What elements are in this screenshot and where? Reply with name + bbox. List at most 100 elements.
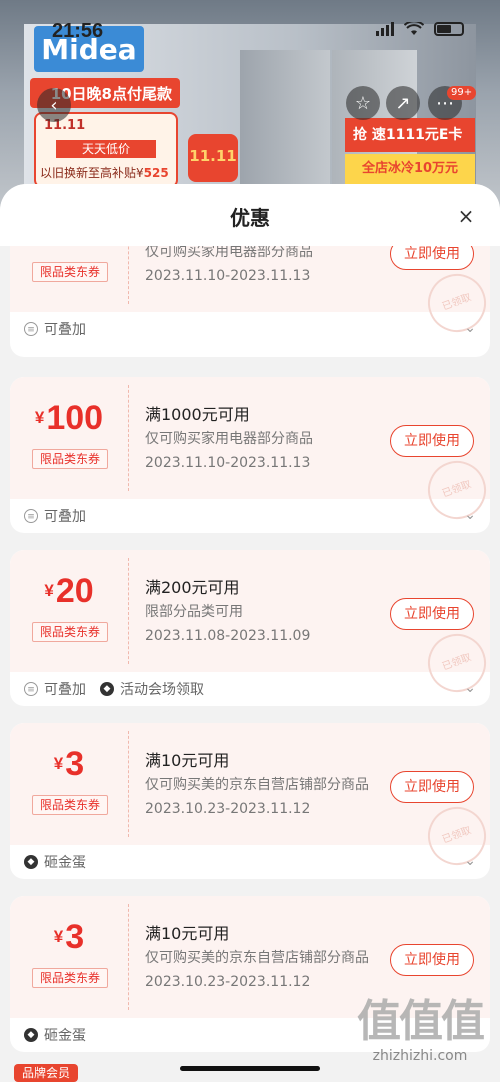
sheet-title: 优惠 bbox=[230, 206, 270, 230]
chevron-down-icon[interactable]: ⌄ bbox=[464, 853, 476, 869]
coupon-condition: 满1000元可用 bbox=[145, 405, 250, 424]
use-now-button[interactable]: 立即使用 bbox=[390, 598, 474, 630]
message-count-badge: 99+ bbox=[447, 86, 477, 100]
footer-tag: ◆ 活动会场领取 bbox=[100, 679, 204, 699]
ticket-divider bbox=[128, 246, 129, 304]
ticket-divider bbox=[128, 558, 129, 664]
watermark: 值值值 zhizhizhi.com bbox=[350, 996, 490, 1064]
coupon-list[interactable]: ¥120 限品类东券 仅可购买家用电器部分商品 2023.11.10-2023.… bbox=[0, 246, 500, 1082]
footer-label: 可叠加 bbox=[44, 682, 86, 698]
coupon-amount: ¥3 bbox=[10, 918, 128, 957]
use-now-button[interactable]: 立即使用 bbox=[390, 944, 474, 976]
status-time: 21:56 bbox=[52, 20, 104, 42]
coupon-card: ¥100 限品类东券 满1000元可用 仅可购买家用电器部分商品 2023.11… bbox=[10, 377, 490, 533]
wifi-icon bbox=[404, 22, 424, 35]
coupon-desc: 仅可购买家用电器部分商品 bbox=[145, 246, 313, 260]
coupon-ticket: ¥120 限品类东券 仅可购买家用电器部分商品 2023.11.10-2023.… bbox=[10, 246, 490, 341]
chevron-down-icon[interactable]: ⌄ bbox=[464, 507, 476, 523]
watermark-logo: 值值值 bbox=[357, 996, 485, 1047]
coupon-date: 2023.11.08-2023.11.09 bbox=[145, 628, 311, 644]
coupon-sheet: 优惠 × ¥120 限品类东券 仅可购买家用电器部分商品 2023.11.10-… bbox=[0, 184, 500, 1082]
amount-value: 3 bbox=[65, 745, 85, 783]
coupon-desc: 仅可购买美的京东自营店铺部分商品 bbox=[145, 950, 369, 966]
footer-label: 活动会场领取 bbox=[120, 682, 204, 698]
stack-icon: ≡ bbox=[24, 509, 38, 523]
footer-tag: ≡ 可叠加 bbox=[24, 506, 86, 526]
currency-symbol: ¥ bbox=[53, 754, 64, 773]
use-now-button[interactable]: 立即使用 bbox=[390, 246, 474, 270]
amount-value: 100 bbox=[46, 399, 104, 437]
footer-tag: ≡ 可叠加 bbox=[24, 679, 86, 699]
star-icon[interactable]: ☆ bbox=[346, 86, 380, 120]
coupon-amount: ¥3 bbox=[10, 745, 128, 784]
coupon-date: 2023.10.23-2023.11.12 bbox=[145, 974, 311, 990]
coupon-type-tag: 限品类东券 bbox=[32, 968, 108, 988]
use-now-button[interactable]: 立即使用 bbox=[390, 425, 474, 457]
footer-tag: ≡ 可叠加 bbox=[24, 319, 86, 339]
close-icon[interactable]: × bbox=[456, 206, 476, 226]
ticket-divider bbox=[128, 904, 129, 1010]
stack-icon: ≡ bbox=[24, 322, 38, 336]
footer-label: 可叠加 bbox=[44, 509, 86, 525]
coupon-condition: 满10元可用 bbox=[145, 924, 230, 943]
home-indicator bbox=[180, 1066, 320, 1071]
amount-value: 120 bbox=[46, 246, 103, 250]
coupon-date: 2023.11.10-2023.11.13 bbox=[145, 455, 311, 471]
currency-symbol: ¥ bbox=[44, 581, 54, 600]
back-icon[interactable]: ‹ bbox=[37, 88, 71, 122]
coupon-type-tag: 限品类东券 bbox=[32, 795, 108, 815]
footer-label: 可叠加 bbox=[44, 322, 86, 338]
coupon-card: ¥20 限品类东券 满200元可用 限部分品类可用 2023.11.08-202… bbox=[10, 550, 490, 706]
currency-symbol: ¥ bbox=[34, 408, 45, 427]
amount-value: 20 bbox=[55, 572, 94, 610]
coupon-date: 2023.10.23-2023.11.12 bbox=[145, 801, 311, 817]
footer-label: 砸金蛋 bbox=[44, 855, 86, 871]
coupon-footer: ≡ 可叠加 ◆ 活动会场领取 ⌄ bbox=[10, 672, 490, 706]
coupon-condition: 满200元可用 bbox=[145, 578, 240, 597]
promo-line-prefix: 以旧换新至高补贴¥ bbox=[40, 166, 144, 180]
watermark-url: zhizhizhi.com bbox=[372, 1048, 468, 1064]
coupon-desc: 仅可购买美的京东自营店铺部分商品 bbox=[145, 777, 369, 793]
coupon-footer: ≡ 可叠加 ⌄ bbox=[10, 312, 490, 346]
coupon-card: ¥120 限品类东券 仅可购买家用电器部分商品 2023.11.10-2023.… bbox=[10, 246, 490, 357]
ticket-divider bbox=[128, 731, 129, 837]
use-now-button[interactable]: 立即使用 bbox=[390, 771, 474, 803]
currency-symbol: ¥ bbox=[53, 927, 64, 946]
coupon-footer: ◆ 砸金蛋 ⌄ bbox=[10, 845, 490, 879]
promo-box: 11.11 天天低价 以旧换新至高补贴¥525元 bbox=[34, 112, 178, 197]
coupon-amount: ¥100 bbox=[10, 399, 128, 438]
status-icons bbox=[376, 22, 464, 36]
double-eleven-badge: 11.11 bbox=[188, 134, 238, 182]
coupon-desc: 限部分品类可用 bbox=[145, 604, 243, 620]
share-icon[interactable]: ↗ bbox=[386, 86, 420, 120]
coupon-type-tag: 限品类东券 bbox=[32, 449, 108, 469]
coupon-type-tag: 限品类东券 bbox=[32, 262, 108, 282]
coupon-type-tag: 限品类东券 bbox=[32, 622, 108, 642]
battery-icon bbox=[434, 22, 464, 36]
event-icon: ◆ bbox=[24, 1028, 38, 1042]
brand-member-tag: 品牌会员 bbox=[14, 1064, 79, 1082]
stack-icon: ≡ bbox=[24, 682, 38, 696]
chevron-down-icon[interactable]: ⌄ bbox=[464, 320, 476, 336]
coupon-date: 2023.11.10-2023.11.13 bbox=[145, 268, 311, 284]
coupon-ticket: ¥100 限品类东券 满1000元可用 仅可购买家用电器部分商品 2023.11… bbox=[10, 377, 490, 528]
event-icon: ◆ bbox=[24, 855, 38, 869]
sheet-header: 优惠 × bbox=[0, 184, 500, 246]
footer-tag: ◆ 砸金蛋 bbox=[24, 1025, 86, 1045]
signal-icon bbox=[376, 22, 394, 36]
promo-right-strip: 抢 速1111元E卡 bbox=[345, 118, 475, 152]
coupon-ticket: ¥3 限品类东券 满10元可用 仅可购买美的京东自营店铺部分商品 2023.10… bbox=[10, 723, 490, 874]
amount-value: 3 bbox=[65, 918, 85, 956]
coupon-amount: ¥120 bbox=[10, 246, 128, 251]
coupon-condition: 满10元可用 bbox=[145, 751, 230, 770]
footer-tag: ◆ 砸金蛋 bbox=[24, 852, 86, 872]
coupon-card: ¥3 限品类东券 满10元可用 仅可购买美的京东自营店铺部分商品 2023.10… bbox=[10, 723, 490, 879]
coupon-amount: ¥20 bbox=[10, 572, 128, 611]
coupon-ticket: ¥20 限品类东券 满200元可用 限部分品类可用 2023.11.08-202… bbox=[10, 550, 490, 701]
chevron-down-icon[interactable]: ⌄ bbox=[464, 680, 476, 696]
coupon-desc: 仅可购买家用电器部分商品 bbox=[145, 431, 313, 447]
ticket-divider bbox=[128, 385, 129, 491]
promo-right-strip-2: 全店冰冷10万元 bbox=[345, 154, 475, 184]
footer-label: 砸金蛋 bbox=[44, 1028, 86, 1044]
event-icon: ◆ bbox=[100, 682, 114, 696]
